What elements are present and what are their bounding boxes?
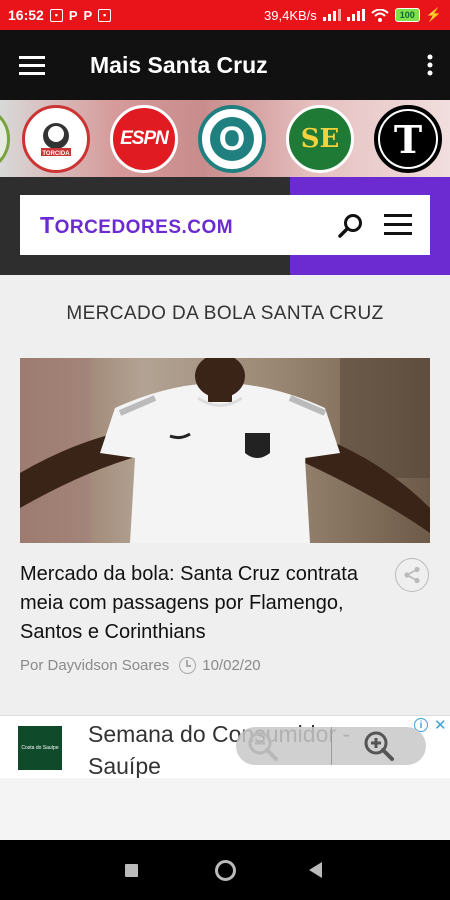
article-title[interactable]: Mercado da bola: Santa Cruz contrata mei… <box>20 560 380 647</box>
club-logo-t[interactable]: T <box>374 105 442 173</box>
recent-apps-icon[interactable] <box>125 864 138 877</box>
club-logo-carousel[interactable]: TORCIDA ESPN O SE T <box>0 100 450 177</box>
section-title: MERCADO DA BOLA SANTA CRUZ <box>66 303 384 324</box>
back-icon[interactable] <box>309 862 322 878</box>
article-image[interactable] <box>20 358 430 543</box>
zoom-in-icon <box>364 731 394 761</box>
zoom-control <box>236 727 426 765</box>
zoom-out-icon <box>248 731 278 761</box>
clock-icon <box>179 657 197 674</box>
ad-logo[interactable]: Costa do Sauípe <box>18 726 62 770</box>
signal-icon <box>346 9 365 21</box>
notification-p-icon: P <box>83 7 93 23</box>
club-logo-espn[interactable]: ESPN <box>110 105 178 173</box>
notification-icon: ▪ <box>49 8 63 22</box>
player-photo-icon <box>20 358 430 543</box>
blank-area <box>0 778 450 840</box>
zoom-in-button[interactable] <box>332 727 426 765</box>
signal-icon <box>322 9 341 21</box>
app-bar: Mais Santa Cruz <box>0 30 450 100</box>
status-time: 16:52 <box>8 7 44 23</box>
torcida-label: TORCIDA <box>42 151 70 157</box>
charging-icon: ⚡ <box>425 7 442 22</box>
notification-p-icon: P <box>68 7 78 23</box>
site-menu-icon[interactable] <box>384 212 412 238</box>
network-speed: 39,4KB/s <box>264 7 317 23</box>
system-nav-bar <box>0 840 450 900</box>
article-meta: Por Dayvidson Soares 10/02/20 <box>20 657 261 674</box>
home-icon[interactable] <box>215 860 236 881</box>
zoom-out-button[interactable] <box>236 727 331 765</box>
club-logo-se[interactable]: SE <box>286 105 354 173</box>
main-content: MERCADO DA BOLA SANTA CRUZ Mercado da bo… <box>0 275 450 715</box>
share-icon[interactable] <box>395 558 429 592</box>
club-logo-o[interactable]: O <box>198 105 266 173</box>
club-logo-partial[interactable] <box>0 105 10 173</box>
more-options-icon[interactable] <box>410 30 450 100</box>
hamburger-menu-icon[interactable] <box>0 30 64 100</box>
notification-app-icon: ▪ <box>98 8 112 22</box>
torcida-emblem-icon: TORCIDA <box>41 123 71 157</box>
site-header-box: TORCEDORES.COM <box>20 195 430 255</box>
club-logo-torcida[interactable]: TORCIDA <box>22 105 90 173</box>
site-header: TORCEDORES.COM <box>0 177 450 275</box>
ad-close-icon[interactable]: ✕ <box>434 716 447 734</box>
club-logo-t-mark: T <box>380 111 436 167</box>
club-logo-o-mark: O <box>210 117 254 161</box>
app-title: Mais Santa Cruz <box>90 51 268 78</box>
search-icon[interactable] <box>338 213 364 239</box>
site-logo[interactable]: TORCEDORES.COM <box>40 212 233 239</box>
wifi-icon <box>371 8 389 22</box>
status-bar: 16:52 ▪ P P ▪ 39,4KB/s 100 ⚡ <box>0 0 450 30</box>
article-date: 10/02/20 <box>202 657 261 674</box>
article-author: Por Dayvidson Soares <box>20 657 170 674</box>
battery-icon: 100 <box>394 8 420 22</box>
